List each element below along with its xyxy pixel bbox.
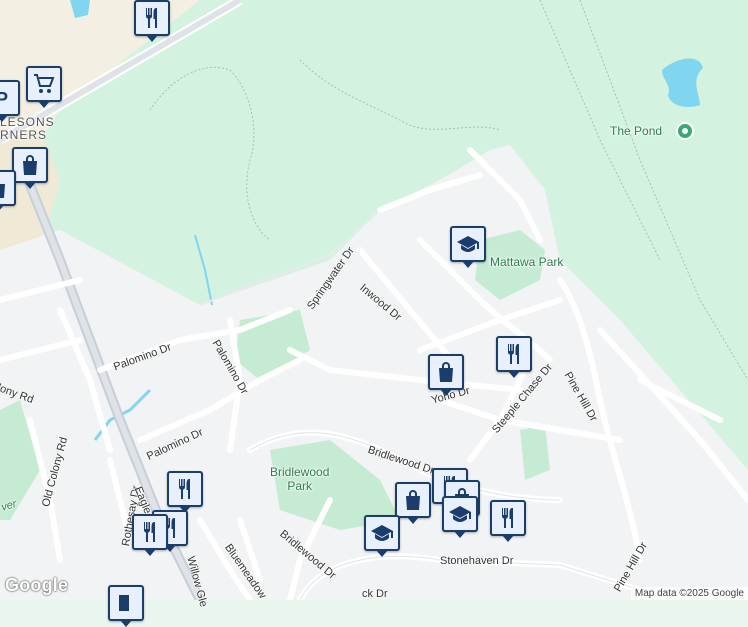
school-pin-3[interactable] <box>364 515 400 557</box>
gas-station-pin[interactable] <box>108 585 144 627</box>
school-icon <box>457 236 479 252</box>
restaurant-pin-2[interactable] <box>496 336 532 378</box>
school-icon <box>449 506 471 522</box>
shopping-bag-icon <box>406 490 420 510</box>
restaurant-icon <box>144 522 155 542</box>
shopping-cart-pin[interactable] <box>26 66 62 108</box>
parking-icon: P <box>0 89 8 109</box>
restaurant-pin[interactable] <box>134 0 170 42</box>
restaurant-pin-5[interactable] <box>132 514 168 556</box>
park-area-3 <box>520 425 550 480</box>
google-logo: Google <box>5 575 69 595</box>
gas-station-icon <box>119 595 129 611</box>
school-icon <box>371 525 393 541</box>
shopping-cart-icon <box>34 74 55 93</box>
area-label-lesons-corners: LESONS RNERS <box>0 115 55 142</box>
park-marker-icon[interactable] <box>676 122 694 140</box>
restaurant-icon <box>508 344 519 364</box>
shopping-bag-icon <box>23 155 37 175</box>
shopping-bag-icon <box>439 362 453 382</box>
svg-text:P: P <box>0 89 8 109</box>
bridlewood-park-label[interactable]: Bridlewood Park <box>270 465 329 493</box>
restaurant-icon <box>146 8 157 28</box>
the-pond-label[interactable]: The Pond <box>610 124 662 138</box>
shopping-bag-pin[interactable] <box>12 147 48 189</box>
street-label-ck-dr: ck Dr <box>362 588 388 600</box>
school-pin[interactable] <box>450 226 486 268</box>
shopping-bag-pin-5[interactable] <box>395 482 431 524</box>
shopping-bag-pin-3[interactable] <box>428 354 464 396</box>
parking-pin[interactable]: P <box>0 80 20 122</box>
restaurant-pin-7[interactable] <box>490 500 526 542</box>
restaurant-pin-3[interactable] <box>167 471 203 513</box>
mattawa-park-label[interactable]: Mattawa Park <box>490 255 563 269</box>
stonehaven-dr-label: Stonehaven Dr <box>440 555 514 567</box>
restaurant-icon <box>502 508 513 528</box>
school-pin-2[interactable] <box>442 496 478 538</box>
map-attribution[interactable]: Map data ©2025 Google <box>630 587 748 600</box>
shopping-bag-icon <box>0 184 5 198</box>
shopping-bag-pin-2[interactable] <box>0 170 16 212</box>
restaurant-icon <box>179 479 190 499</box>
